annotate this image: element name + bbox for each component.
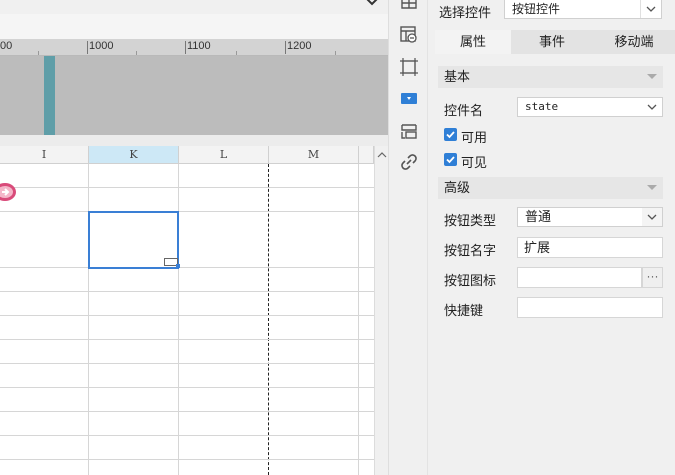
widget-name-label: 控件名 bbox=[444, 103, 484, 118]
visible-checkbox[interactable] bbox=[444, 153, 457, 166]
grid-line bbox=[0, 291, 374, 292]
section-advanced-title: 高级 bbox=[444, 180, 471, 195]
ruler-label: 00 bbox=[0, 40, 13, 52]
button-type-label: 按钮类型 bbox=[444, 213, 497, 228]
button-widget-icon[interactable] bbox=[0, 180, 18, 204]
button-name-input[interactable]: 扩展 bbox=[517, 237, 663, 258]
grid-line bbox=[0, 315, 374, 316]
property-panel: 选择控件 按钮控件 属性 事件 移动端 基本 控件名 state 可用 可见 高… bbox=[428, 0, 675, 475]
ruler-tick bbox=[285, 41, 286, 54]
column-header-k[interactable]: K bbox=[89, 146, 179, 164]
grid-line bbox=[0, 363, 374, 364]
grid-line bbox=[0, 339, 374, 340]
column-header-m[interactable]: M bbox=[269, 146, 359, 164]
panel-tabs: 属性 事件 移动端 bbox=[435, 30, 675, 54]
enabled-checkbox[interactable] bbox=[444, 128, 457, 141]
widget-name-select[interactable]: state bbox=[517, 97, 663, 117]
column-header-extra[interactable] bbox=[359, 146, 374, 164]
select-widget-label: 选择控件 bbox=[439, 5, 492, 20]
widget-select[interactable]: 按钮控件 bbox=[504, 0, 662, 19]
widget-toolbar bbox=[388, 0, 428, 475]
ruler-tick bbox=[136, 51, 137, 55]
button-icon-input[interactable] bbox=[517, 267, 642, 288]
fill-handle[interactable] bbox=[176, 264, 180, 268]
canvas-column-marker[interactable] bbox=[44, 56, 55, 135]
ruler-tick bbox=[87, 41, 88, 54]
grid-line bbox=[0, 267, 374, 268]
canvas-divider bbox=[0, 135, 388, 146]
chevron-down-icon[interactable] bbox=[642, 208, 662, 226]
grid-line bbox=[0, 411, 374, 412]
widget-grid-icon[interactable] bbox=[399, 25, 419, 45]
grid-line bbox=[0, 459, 374, 460]
browse-icon-button[interactable]: ··· bbox=[642, 267, 663, 288]
collapse-arrow-icon[interactable] bbox=[647, 185, 657, 190]
chevron-down-icon[interactable] bbox=[640, 0, 661, 18]
collapse-icon[interactable] bbox=[366, 0, 378, 6]
ruler-tick bbox=[335, 51, 336, 55]
column-header-i[interactable]: I bbox=[0, 146, 89, 164]
enabled-label: 可用 bbox=[461, 130, 488, 145]
spreadsheet-grid[interactable]: I K L M bbox=[0, 146, 374, 475]
button-type-select[interactable]: 普通 bbox=[517, 207, 663, 227]
tab-properties[interactable]: 属性 bbox=[435, 30, 511, 54]
ruler-tick bbox=[236, 51, 237, 55]
column-header-l[interactable]: L bbox=[179, 146, 269, 164]
button-icon-label: 按钮图标 bbox=[444, 273, 497, 288]
form-icon[interactable] bbox=[399, 121, 419, 141]
hotkey-input[interactable] bbox=[517, 297, 663, 318]
ruler-tick bbox=[185, 41, 186, 54]
button-name-label: 按钮名字 bbox=[444, 243, 497, 258]
section-basic[interactable]: 基本 bbox=[438, 66, 663, 88]
grid-line bbox=[0, 187, 374, 188]
button-type-value: 普通 bbox=[525, 209, 552, 224]
dropdown-widget-icon[interactable] bbox=[399, 89, 419, 109]
grid-line bbox=[0, 211, 374, 212]
collapse-arrow-icon[interactable] bbox=[647, 74, 657, 79]
section-advanced[interactable]: 高级 bbox=[438, 177, 663, 199]
scroll-up-icon[interactable] bbox=[376, 149, 388, 161]
grid-line bbox=[0, 387, 374, 388]
tab-events[interactable]: 事件 bbox=[511, 30, 593, 54]
hotkey-label: 快捷键 bbox=[444, 303, 484, 318]
vertical-scrollbar[interactable] bbox=[374, 146, 389, 475]
design-canvas[interactable] bbox=[0, 56, 388, 135]
horizontal-ruler: 00 1000 1100 1200 bbox=[0, 39, 388, 56]
chevron-down-icon[interactable] bbox=[642, 98, 662, 116]
ruler-label: 1200 bbox=[287, 40, 312, 52]
section-basic-title: 基本 bbox=[444, 69, 471, 84]
tab-mobile[interactable]: 移动端 bbox=[593, 30, 675, 54]
grid-line bbox=[0, 435, 374, 436]
widget-select-value: 按钮控件 bbox=[512, 2, 561, 16]
ruler-label: 1000 bbox=[89, 40, 114, 52]
toolbar-band bbox=[0, 14, 388, 39]
frame-icon[interactable] bbox=[399, 57, 419, 77]
ruler-label: 1100 bbox=[187, 40, 211, 52]
layout-icon[interactable] bbox=[399, 0, 419, 16]
widget-name-value: state bbox=[525, 100, 559, 113]
report-toolbar-strip bbox=[0, 0, 388, 40]
ruler-tick bbox=[38, 51, 39, 55]
link-icon[interactable] bbox=[399, 152, 419, 172]
visible-label: 可见 bbox=[461, 155, 488, 170]
